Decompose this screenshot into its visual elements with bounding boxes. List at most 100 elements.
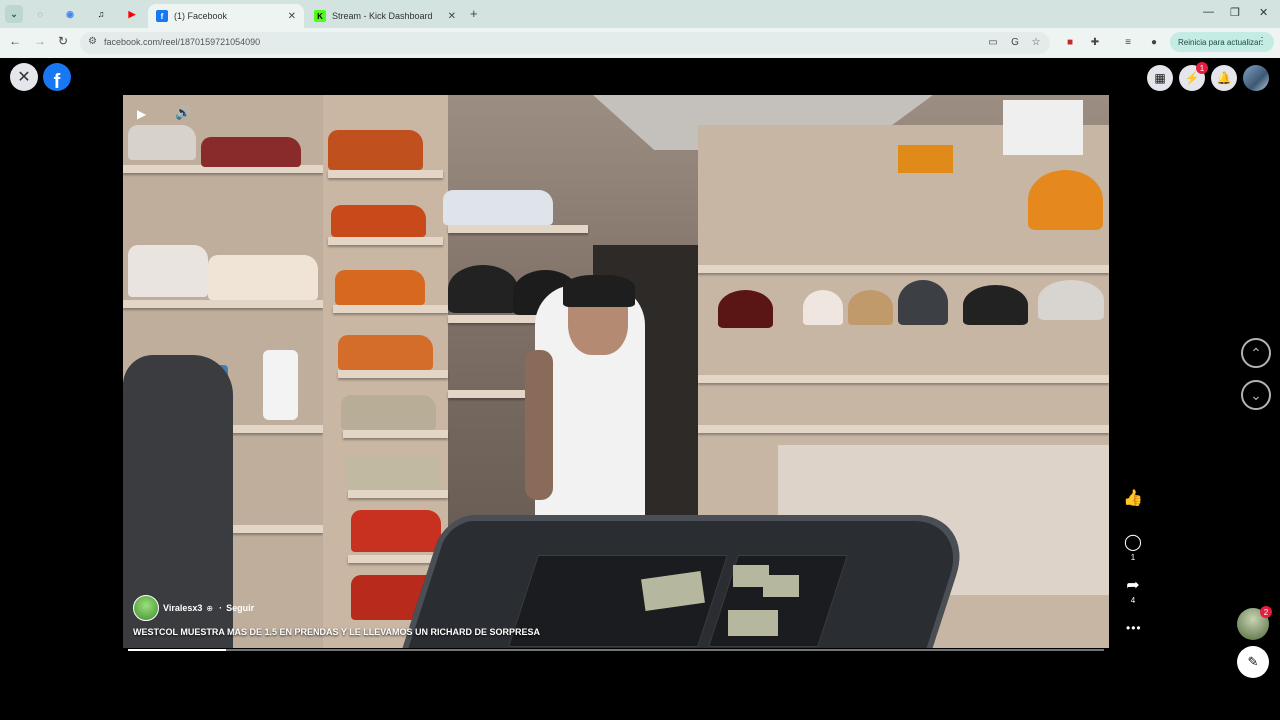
notifications-bell-icon[interactable]: 🔔 [1211, 65, 1237, 91]
comment-button[interactable]: ◯ 1 [1120, 534, 1146, 562]
shelf-board [698, 425, 1109, 433]
like-icon: 👍 [1123, 490, 1143, 507]
browser-toolbar: ← → ↻ ⚙ facebook.com/reel/18701597210540… [0, 28, 1280, 58]
sneaker [341, 395, 436, 430]
shelf-board [348, 490, 448, 498]
account-avatar[interactable] [1243, 65, 1269, 91]
follow-separator: · [219, 603, 223, 613]
banknote [763, 575, 799, 597]
banknote [728, 610, 778, 636]
cap [1028, 170, 1103, 230]
facebook-favicon: f [156, 10, 168, 22]
kick-favicon: K [314, 10, 326, 22]
video-progress-fill [128, 649, 226, 651]
shelf-board [333, 305, 448, 313]
cast-icon[interactable]: ▭ [987, 36, 999, 48]
box [1003, 100, 1083, 155]
tab-title: Stream - Kick Dashboard [332, 11, 433, 21]
reload-icon[interactable]: ↻ [58, 34, 68, 48]
cap [803, 290, 843, 325]
tab-search-icon[interactable]: ⌄ [5, 5, 23, 23]
author-avatar[interactable] [133, 595, 159, 621]
extensions-puzzle-icon[interactable]: ✚ [1089, 36, 1101, 48]
sneaker [338, 335, 433, 370]
reel-caption: WESTCOL MUESTRA MAS DE 1.5 EN PRENDAS Y … [133, 627, 541, 637]
back-icon[interactable]: ← [9, 34, 21, 48]
more-options-icon[interactable]: ••• [1126, 621, 1142, 635]
cap [1038, 280, 1104, 320]
facebook-logo-icon[interactable]: f [43, 63, 71, 91]
spotify-icon[interactable]: ♫ [92, 5, 110, 23]
share-button[interactable]: ➦ 4 [1120, 577, 1146, 605]
youtube-icon[interactable]: ▶ [123, 5, 141, 23]
globe-icon: ⊕ [206, 603, 214, 613]
sneaker [443, 190, 553, 225]
share-icon: ➦ [1126, 577, 1140, 594]
maximize-icon[interactable]: ❐ [1230, 6, 1240, 19]
browser-tab-bar: ⌄ ◌ ◉ ♫ ▶ f (1) Facebook ✕ K Stream - Ki… [0, 0, 1280, 28]
sneaker [345, 455, 440, 490]
author-name[interactable]: Viralesx3 [163, 603, 202, 613]
box [898, 145, 953, 173]
play-icon[interactable]: ▶ [137, 107, 146, 121]
sneaker [328, 130, 423, 170]
tab-facebook[interactable]: f (1) Facebook ✕ [148, 4, 304, 28]
shelf-board [448, 225, 588, 233]
volume-icon[interactable]: 🔊 [175, 105, 191, 121]
address-bar[interactable]: ⚙ facebook.com/reel/1870159721054090 [80, 32, 1050, 54]
compose-message-icon[interactable]: ✎ [1237, 646, 1269, 678]
sneaker [351, 510, 441, 552]
bookmark-star-icon[interactable]: ☆ [1030, 36, 1042, 48]
shelf-board [338, 370, 448, 378]
close-tab-icon[interactable]: ✕ [448, 11, 456, 22]
update-button-label: Reinicia para actualizar [1178, 37, 1262, 47]
cap [718, 290, 773, 328]
follow-button[interactable]: Seguir [226, 603, 254, 613]
comment-icon: ◯ [1124, 534, 1142, 551]
next-reel-button[interactable]: ⌄ [1241, 380, 1271, 410]
sneaker [128, 125, 196, 160]
menu-dots-icon[interactable]: ⋮ [1257, 36, 1267, 47]
shelf-board [328, 170, 443, 178]
person-arm [525, 350, 553, 500]
video-progress-bar[interactable] [128, 649, 1104, 651]
minimize-icon[interactable]: — [1203, 6, 1214, 18]
contact-badge: 2 [1260, 606, 1272, 618]
site-info-icon[interactable]: ⚙ [88, 36, 97, 47]
messenger-icon[interactable]: ⚡ 1 [1179, 62, 1208, 91]
generic-site-icon[interactable]: ◌ [31, 5, 49, 23]
reading-list-icon[interactable]: ≡ [1122, 36, 1134, 48]
sneaker [335, 270, 425, 305]
close-window-icon[interactable]: ✕ [1259, 6, 1268, 19]
sneaker [208, 255, 318, 300]
like-button[interactable]: 👍 [1120, 490, 1146, 508]
comment-count: 1 [1130, 553, 1136, 562]
reel-author: Viralesx3 ⊕ · Seguir [133, 595, 254, 621]
reel-video[interactable]: ▶ 🔊 Viralesx3 ⊕ · Seguir WESTCOL MUESTRA… [123, 95, 1109, 648]
cap [898, 280, 948, 325]
cap [448, 265, 518, 313]
url-text: facebook.com/reel/1870159721054090 [104, 37, 261, 47]
extension-red-icon[interactable]: ■ [1064, 36, 1076, 48]
profile-icon[interactable]: ● [1148, 36, 1160, 48]
tab-kick-dashboard[interactable]: K Stream - Kick Dashboard ✕ [306, 4, 464, 28]
close-tab-icon[interactable]: ✕ [288, 11, 296, 22]
shelf-board [123, 300, 323, 308]
sneaker [128, 245, 208, 297]
chrome-icon[interactable]: ◉ [61, 5, 79, 23]
translate-icon[interactable]: G [1009, 36, 1021, 48]
cap [848, 290, 893, 325]
update-chrome-button[interactable]: Reinicia para actualizar ⋮ [1170, 32, 1274, 52]
shelf-board [698, 265, 1109, 273]
contact-avatar[interactable]: 2 [1237, 606, 1272, 640]
person-cap [563, 275, 635, 307]
new-tab-icon[interactable]: + [470, 6, 478, 21]
bottle [263, 350, 298, 420]
forward-icon[interactable]: → [34, 34, 46, 48]
previous-reel-button[interactable]: ⌃ [1241, 338, 1271, 368]
shelf-board [328, 237, 443, 245]
messenger-badge: 1 [1196, 62, 1208, 74]
menu-grid-icon[interactable]: ▦ [1147, 65, 1173, 91]
close-viewer-button[interactable]: ✕ [10, 63, 38, 91]
shelf-board [698, 375, 1109, 383]
